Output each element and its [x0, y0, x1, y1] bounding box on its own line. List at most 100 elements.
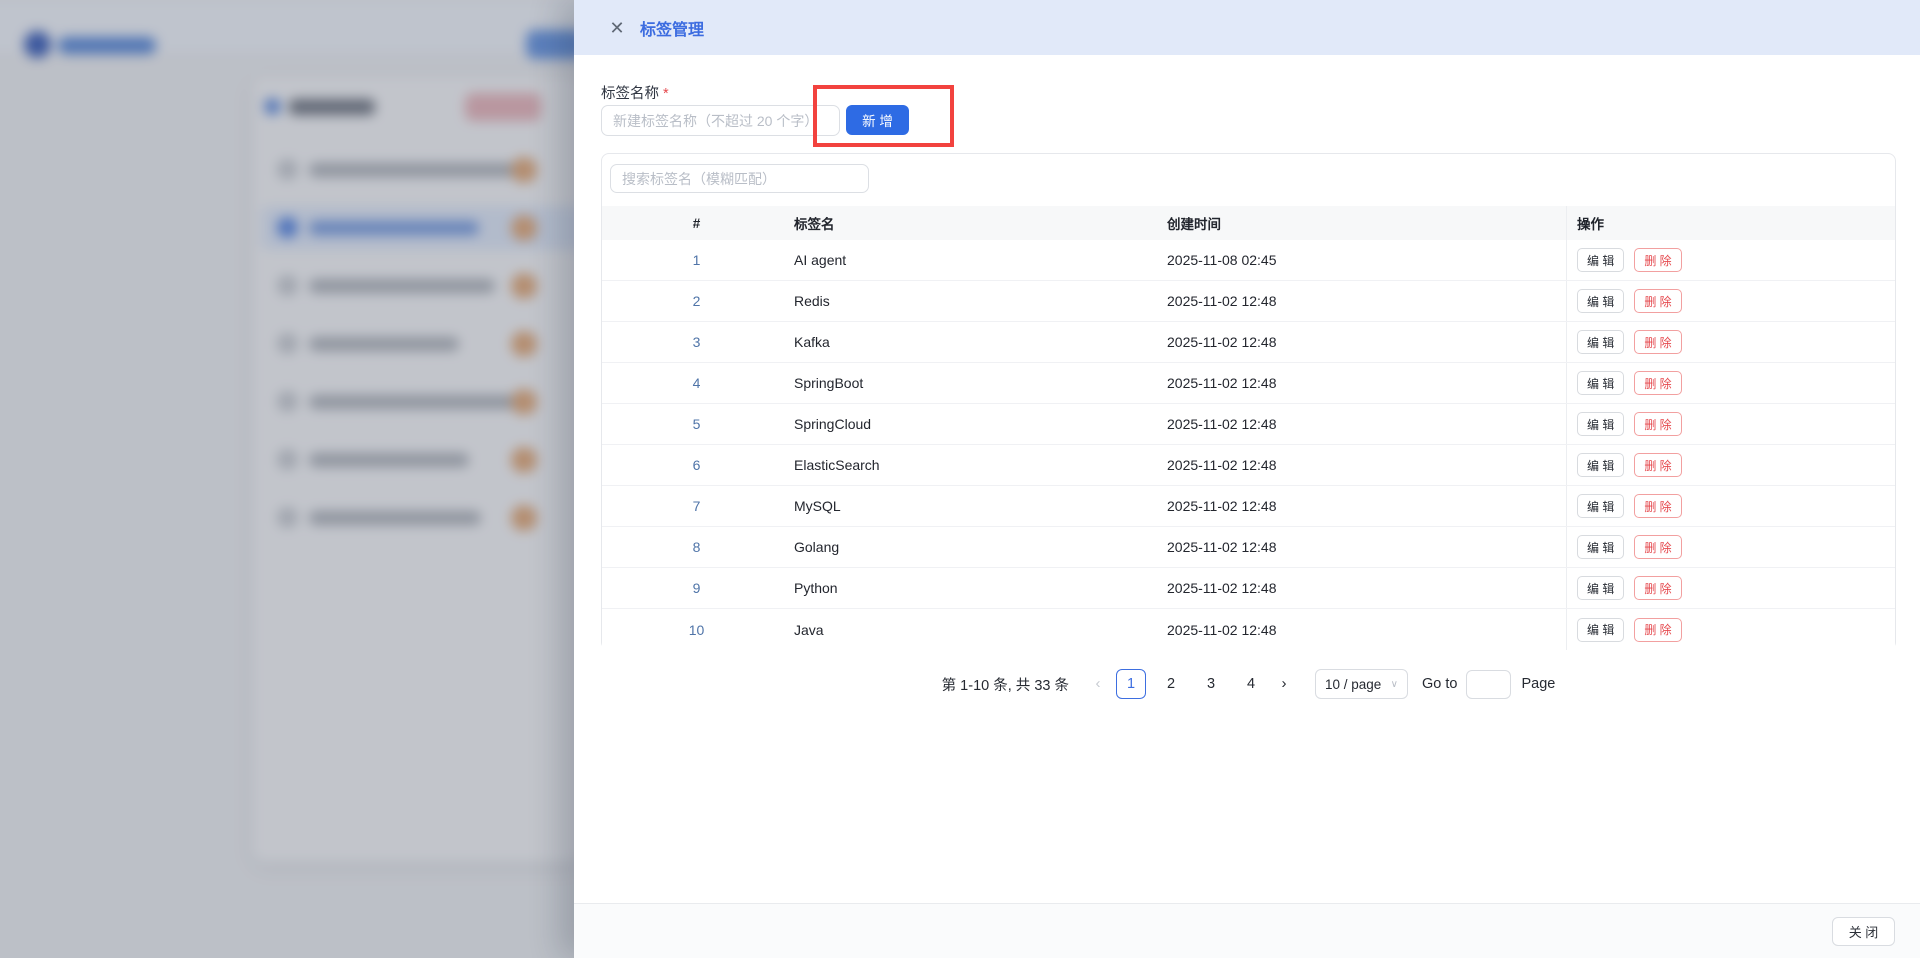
row-index: 7 — [602, 498, 791, 514]
row-actions: 编 辑 删 除 — [1566, 486, 1895, 526]
pagination-summary: 第 1-10 条, 共 33 条 — [942, 674, 1069, 695]
row-actions: 编 辑 删 除 — [1566, 322, 1895, 362]
column-header-created: 创建时间 — [1167, 213, 1566, 233]
row-created: 2025-11-02 12:48 — [1167, 457, 1566, 473]
close-drawer-button[interactable]: 关 闭 — [1832, 917, 1895, 946]
row-name: Golang — [791, 539, 1167, 555]
table-body: 1 AI agent 2025-11-08 02:45 编 辑 删 除 2 Re… — [602, 240, 1895, 650]
row-index: 1 — [602, 252, 791, 268]
page-button-4[interactable]: 4 — [1236, 669, 1266, 699]
row-created: 2025-11-08 02:45 — [1167, 252, 1566, 268]
row-created: 2025-11-02 12:48 — [1167, 622, 1566, 638]
row-name: Java — [791, 622, 1167, 638]
row-actions: 编 辑 删 除 — [1566, 568, 1895, 608]
delete-button[interactable]: 删 除 — [1634, 412, 1681, 436]
delete-button[interactable]: 删 除 — [1634, 248, 1681, 272]
row-actions: 编 辑 删 除 — [1566, 240, 1895, 280]
row-actions: 编 辑 删 除 — [1566, 609, 1895, 650]
delete-button[interactable]: 删 除 — [1634, 618, 1681, 642]
edit-button[interactable]: 编 辑 — [1577, 289, 1624, 313]
row-created: 2025-11-02 12:48 — [1167, 293, 1566, 309]
row-name: SpringBoot — [791, 375, 1167, 391]
row-name: Kafka — [791, 334, 1167, 350]
table-row[interactable]: 6 ElasticSearch 2025-11-02 12:48 编 辑 删 除 — [602, 445, 1895, 486]
column-header-name: 标签名 — [791, 213, 1167, 233]
row-name: ElasticSearch — [791, 457, 1167, 473]
table-row[interactable]: 5 SpringCloud 2025-11-02 12:48 编 辑 删 除 — [602, 404, 1895, 445]
delete-button[interactable]: 删 除 — [1634, 494, 1681, 518]
row-index: 4 — [602, 375, 791, 391]
goto-page-input[interactable] — [1466, 670, 1511, 699]
screen: ✕ 标签管理 标签名称* 新 增 # 标签名 创建时间 操作 1 AI agen… — [0, 0, 1920, 958]
search-tag-input[interactable] — [610, 164, 869, 193]
page-word-label: Page — [1521, 676, 1555, 692]
edit-button[interactable]: 编 辑 — [1577, 453, 1624, 477]
delete-button[interactable]: 删 除 — [1634, 576, 1681, 600]
edit-button[interactable]: 编 辑 — [1577, 371, 1624, 395]
edit-button[interactable]: 编 辑 — [1577, 330, 1624, 354]
table-row[interactable]: 10 Java 2025-11-02 12:48 编 辑 删 除 — [602, 609, 1895, 650]
drawer-header: ✕ 标签管理 — [574, 0, 1920, 55]
table-row[interactable]: 4 SpringBoot 2025-11-02 12:48 编 辑 删 除 — [602, 363, 1895, 404]
page-button-2[interactable]: 2 — [1156, 669, 1186, 699]
row-name: MySQL — [791, 498, 1167, 514]
row-created: 2025-11-02 12:48 — [1167, 334, 1566, 350]
tag-table-card: # 标签名 创建时间 操作 1 AI agent 2025-11-08 02:4… — [601, 153, 1896, 650]
page-button-1[interactable]: 1 — [1116, 669, 1146, 699]
edit-button[interactable]: 编 辑 — [1577, 618, 1624, 642]
row-created: 2025-11-02 12:48 — [1167, 416, 1566, 432]
row-created: 2025-11-02 12:48 — [1167, 580, 1566, 596]
page-button-3[interactable]: 3 — [1196, 669, 1226, 699]
delete-button[interactable]: 删 除 — [1634, 453, 1681, 477]
row-name: Python — [791, 580, 1167, 596]
row-index: 6 — [602, 457, 791, 473]
column-header-index: # — [602, 216, 791, 231]
row-actions: 编 辑 删 除 — [1566, 404, 1895, 444]
next-page-icon[interactable]: › — [1271, 669, 1297, 699]
tag-name-label: 标签名称* — [601, 82, 669, 103]
row-index: 10 — [602, 622, 791, 638]
drawer-footer: 关 闭 — [574, 903, 1920, 958]
delete-button[interactable]: 删 除 — [1634, 330, 1681, 354]
new-tag-input[interactable] — [601, 105, 840, 136]
table-row[interactable]: 1 AI agent 2025-11-08 02:45 编 辑 删 除 — [602, 240, 1895, 281]
row-created: 2025-11-02 12:48 — [1167, 498, 1566, 514]
table-row[interactable]: 8 Golang 2025-11-02 12:48 编 辑 删 除 — [602, 527, 1895, 568]
drawer-title: 标签管理 — [640, 16, 704, 40]
edit-button[interactable]: 编 辑 — [1577, 576, 1624, 600]
required-asterisk: * — [663, 86, 669, 102]
page-size-select[interactable]: 10 / page ∨ — [1315, 669, 1408, 699]
row-name: AI agent — [791, 252, 1167, 268]
row-name: SpringCloud — [791, 416, 1167, 432]
row-actions: 编 辑 删 除 — [1566, 527, 1895, 567]
delete-button[interactable]: 删 除 — [1634, 371, 1681, 395]
row-index: 2 — [602, 293, 791, 309]
page-list: 1234 — [1111, 669, 1271, 699]
tag-management-drawer: ✕ 标签管理 标签名称* 新 增 # 标签名 创建时间 操作 1 AI agen… — [574, 0, 1920, 958]
table-row[interactable]: 9 Python 2025-11-02 12:48 编 辑 删 除 — [602, 568, 1895, 609]
row-created: 2025-11-02 12:48 — [1167, 375, 1566, 391]
table-row[interactable]: 7 MySQL 2025-11-02 12:48 编 辑 删 除 — [602, 486, 1895, 527]
edit-button[interactable]: 编 辑 — [1577, 535, 1624, 559]
delete-button[interactable]: 删 除 — [1634, 535, 1681, 559]
column-header-actions: 操作 — [1566, 206, 1895, 240]
table-row[interactable]: 3 Kafka 2025-11-02 12:48 编 辑 删 除 — [602, 322, 1895, 363]
tag-table: # 标签名 创建时间 操作 1 AI agent 2025-11-08 02:4… — [602, 206, 1895, 650]
add-tag-button[interactable]: 新 增 — [846, 105, 909, 135]
chevron-down-icon: ∨ — [1391, 679, 1398, 690]
close-icon[interactable]: ✕ — [607, 18, 627, 38]
row-index: 3 — [602, 334, 791, 350]
delete-button[interactable]: 删 除 — [1634, 289, 1681, 313]
row-actions: 编 辑 删 除 — [1566, 363, 1895, 403]
edit-button[interactable]: 编 辑 — [1577, 248, 1624, 272]
edit-button[interactable]: 编 辑 — [1577, 412, 1624, 436]
tag-name-label-text: 标签名称 — [601, 86, 659, 102]
row-name: Redis — [791, 293, 1167, 309]
table-row[interactable]: 2 Redis 2025-11-02 12:48 编 辑 删 除 — [602, 281, 1895, 322]
row-index: 9 — [602, 580, 791, 596]
row-index: 5 — [602, 416, 791, 432]
edit-button[interactable]: 编 辑 — [1577, 494, 1624, 518]
prev-page-icon[interactable]: ‹ — [1085, 669, 1111, 699]
row-created: 2025-11-02 12:48 — [1167, 539, 1566, 555]
row-index: 8 — [602, 539, 791, 555]
